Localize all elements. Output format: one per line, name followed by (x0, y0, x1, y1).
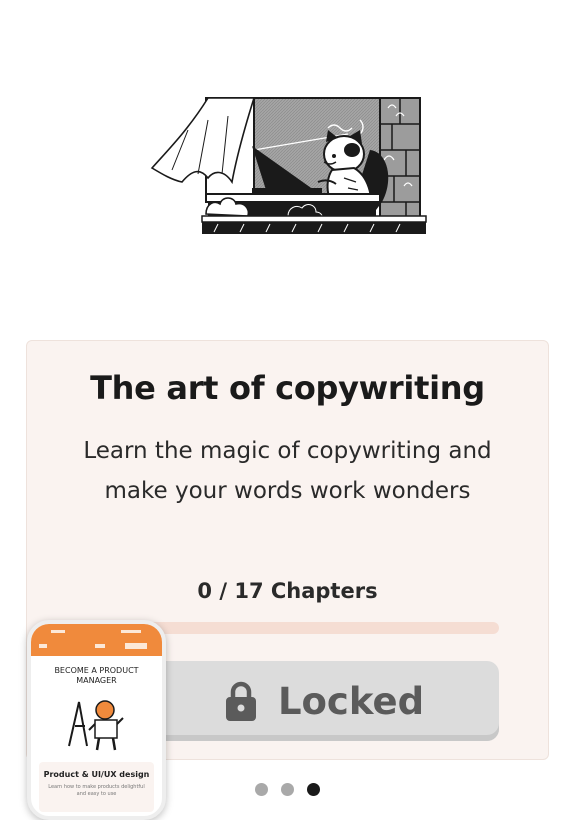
pager-dot[interactable] (255, 783, 268, 796)
phone-illustration (68, 700, 124, 751)
lock-icon (225, 681, 256, 721)
phone-toolbar-icons (39, 643, 147, 649)
pager-dots (255, 783, 325, 797)
course-illustration: # (150, 97, 427, 234)
chapters-progress-label: 0 / 17 Chapters (197, 579, 378, 603)
locked-button[interactable]: Locked (149, 661, 499, 741)
chapters-progress-bar (147, 622, 499, 634)
phone-header-bar (31, 624, 162, 656)
phone-card-description: Learn how to make products delightful an… (48, 784, 145, 797)
phone-course-card: Product & UI/UX design Learn how to make… (39, 762, 154, 812)
pager-dot[interactable] (281, 783, 294, 796)
phone-preview: BECOME A PRODUCT MANAGER Product & UI/UX… (27, 620, 166, 820)
pager-dot[interactable] (307, 783, 320, 796)
course-description: Learn the magic of copywriting and make … (83, 438, 492, 504)
locked-label: Locked (277, 679, 425, 723)
phone-heading: BECOME A PRODUCT MANAGER (54, 666, 139, 685)
phone-card-title: Product & UI/UX design (43, 770, 150, 779)
phone-status-icons (51, 630, 141, 633)
course-title: The art of copywriting (90, 369, 485, 407)
